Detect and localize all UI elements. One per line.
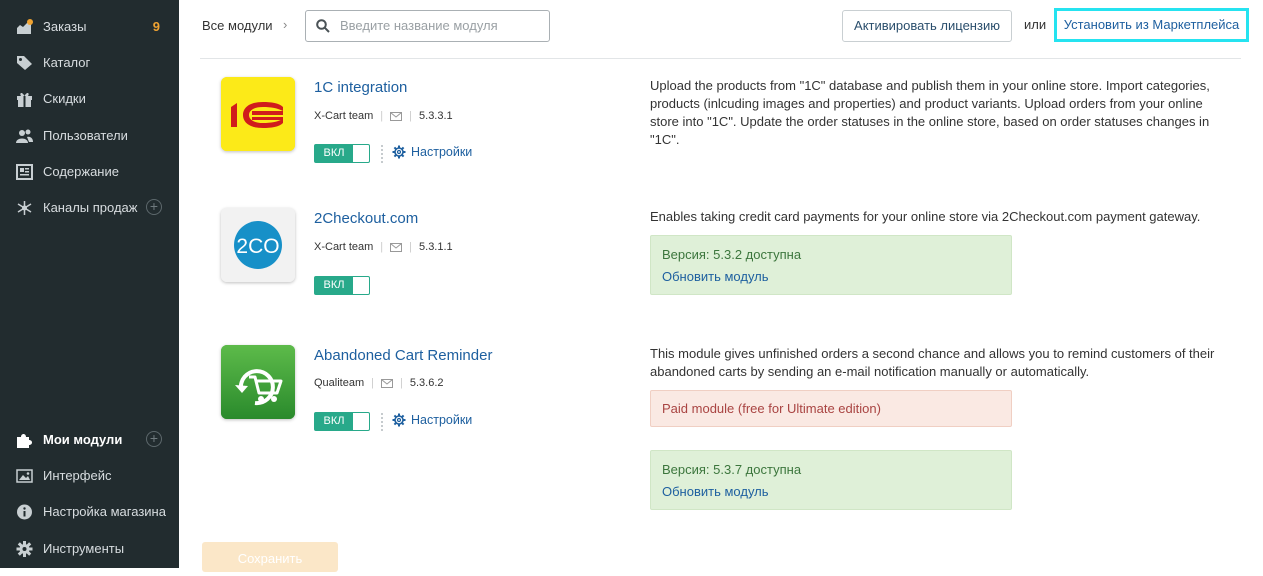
or-label: или <box>1024 17 1047 32</box>
sidebar-item-my-modules[interactable]: Мои модули + <box>0 425 179 455</box>
sidebar-item-discounts[interactable]: Скидки <box>0 84 179 114</box>
info-icon <box>17 504 32 520</box>
update-module-link[interactable]: Обновить модуль <box>662 484 769 499</box>
module-enable-toggle[interactable]: ВКЛ <box>314 276 370 295</box>
module-name[interactable]: 2Checkout.com <box>314 210 418 227</box>
module-description: This module gives unfinished orders a se… <box>650 346 1215 379</box>
image-icon <box>16 469 33 483</box>
module-settings-link[interactable]: Настройки <box>392 145 472 159</box>
content-icon <box>16 164 33 180</box>
search-icon <box>316 19 330 33</box>
separator: | <box>400 377 403 389</box>
module-description: Upload the products from "1C" database a… <box>650 78 1210 147</box>
module-enable-toggle[interactable]: ВКЛ <box>314 412 370 431</box>
separator: | <box>380 241 384 253</box>
puzzle-icon <box>17 434 32 448</box>
cart-icon <box>221 345 295 419</box>
chevron-right-icon: › <box>283 17 288 32</box>
update-module-link[interactable]: Обновить модуль <box>662 269 769 284</box>
sidebar-item-label: Скидки <box>43 91 86 106</box>
settings-label: Настройки <box>411 145 473 159</box>
separator: | <box>380 110 384 122</box>
install-from-marketplace-link[interactable]: Установить из Маркетплейса <box>1054 8 1249 42</box>
gear-icon <box>16 541 33 557</box>
sidebar-item-label: Каталог <box>43 55 91 70</box>
sidebar-item-users[interactable]: Пользователи <box>0 121 179 151</box>
envelope-icon[interactable] <box>390 242 403 252</box>
sidebar-item-label: Пользователи <box>43 128 128 143</box>
module-name[interactable]: Abandoned Cart Reminder <box>314 347 492 364</box>
users-icon <box>16 129 33 143</box>
gift-icon <box>17 92 32 107</box>
sidebar-item-orders[interactable]: Заказы 9 <box>0 12 179 42</box>
gear-icon <box>392 145 406 159</box>
envelope-icon[interactable] <box>381 378 393 388</box>
update-version-text: Версия: 5.3.2 доступна <box>662 247 802 262</box>
module-version: 5.3.3.1 <box>419 110 453 122</box>
module-version: 5.3.1.1 <box>419 241 453 253</box>
module-version: 5.3.6.2 <box>409 377 444 389</box>
sidebar-item-label: Каналы продаж <box>43 200 138 215</box>
orders-count-badge: 9 <box>152 19 160 34</box>
module-name[interactable]: 1C integration <box>314 79 407 96</box>
dotted-divider <box>381 145 383 163</box>
sidebar-item-label: Заказы <box>43 19 87 34</box>
add-module-button[interactable]: + <box>146 431 162 447</box>
dotted-divider <box>381 413 383 431</box>
tag-icon <box>17 56 32 70</box>
sidebar-item-content[interactable]: Содержание <box>0 157 179 187</box>
separator: | <box>409 110 413 122</box>
separator: | <box>371 377 374 389</box>
update-version-text: Версия: 5.3.7 доступна <box>662 462 802 477</box>
sidebar-item-sales-channels[interactable]: Каналы продаж + <box>0 193 179 223</box>
main-content: Все модули › Активировать лицензию или У… <box>179 0 1263 572</box>
1c-logo-icon <box>221 77 295 151</box>
sidebar-item-label: Инструменты <box>43 541 125 556</box>
module-meta: Qualiteam | | 5.3.6.2 <box>314 377 444 389</box>
module-meta: X-Cart team | | 5.3.1.1 <box>314 241 453 253</box>
breadcrumb-all-modules[interactable]: Все модули <box>202 18 273 33</box>
sidebar: Заказы 9 Каталог Скидки Пользователи Сод… <box>0 0 179 568</box>
sidebar-item-label: Настройка магазина <box>43 504 166 519</box>
module-author: X-Cart team <box>314 110 374 122</box>
settings-label: Настройки <box>411 413 473 427</box>
update-available-box: Версия: 5.3.7 доступна Обновить модуль <box>650 450 1012 510</box>
toggle-label: ВКЛ <box>315 145 353 162</box>
paid-module-notice: Paid module (free for Ultimate edition) <box>650 390 1012 427</box>
sidebar-item-catalog[interactable]: Каталог <box>0 48 179 78</box>
module-meta: X-Cart team | | 5.3.3.1 <box>314 110 453 122</box>
network-icon <box>17 201 32 215</box>
activate-license-button[interactable]: Активировать лицензию <box>842 10 1012 42</box>
sidebar-item-interface[interactable]: Интерфейс <box>0 461 179 491</box>
1c-logo <box>221 77 295 151</box>
update-available-box: Версия: 5.3.2 доступна Обновить модуль <box>650 235 1012 295</box>
search-input[interactable] <box>340 18 540 33</box>
gear-icon <box>392 413 406 427</box>
toggle-label: ВКЛ <box>315 277 353 294</box>
divider <box>200 58 1241 59</box>
sidebar-item-tools[interactable]: Инструменты <box>0 534 179 564</box>
sidebar-item-label: Интерфейс <box>43 468 112 483</box>
module-search <box>305 10 550 42</box>
logo-text: 2CO <box>236 235 279 258</box>
2checkout-logo-icon: 2CO <box>221 208 295 282</box>
module-author: Qualiteam <box>314 377 365 389</box>
abandoned-cart-logo <box>221 345 295 419</box>
envelope-icon[interactable] <box>390 111 403 121</box>
paid-notice-text: Paid module (free for Ultimate edition) <box>662 401 881 416</box>
sidebar-item-label: Содержание <box>43 164 119 179</box>
sidebar-item-store-setup[interactable]: Настройка магазина <box>0 497 179 527</box>
add-channel-button[interactable]: + <box>146 199 162 215</box>
module-description: Enables taking credit card payments for … <box>650 209 1201 224</box>
orders-icon <box>17 19 33 34</box>
module-author: X-Cart team <box>314 241 374 253</box>
separator: | <box>409 241 413 253</box>
module-enable-toggle[interactable]: ВКЛ <box>314 144 370 163</box>
module-settings-link[interactable]: Настройки <box>392 413 472 427</box>
sidebar-item-label: Мои модули <box>43 432 123 447</box>
toggle-label: ВКЛ <box>315 413 353 430</box>
2checkout-logo: 2CO <box>221 208 295 282</box>
